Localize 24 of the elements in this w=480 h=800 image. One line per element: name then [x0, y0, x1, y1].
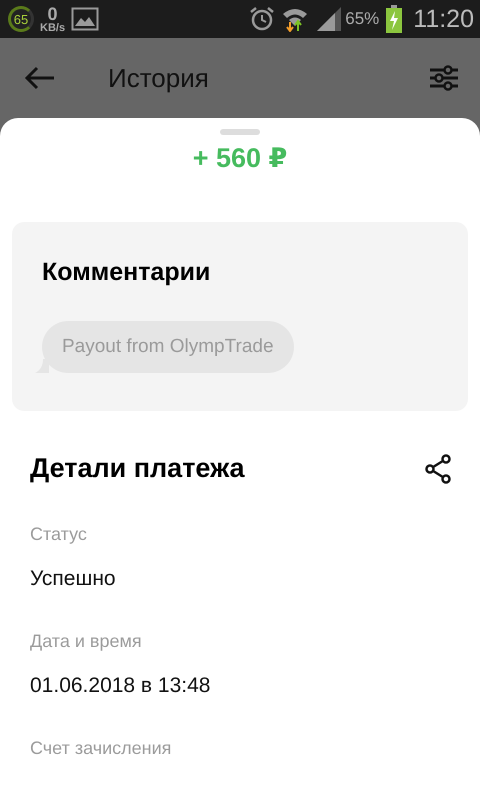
alarm-clock-icon — [249, 6, 276, 32]
share-button[interactable] — [424, 454, 452, 484]
speed-value: 0 — [48, 4, 58, 22]
field-label: Дата и время — [30, 631, 143, 652]
screen-title: История — [108, 62, 210, 94]
image-icon — [71, 7, 100, 31]
back-button[interactable] — [24, 66, 56, 90]
data-usage-ring: 65 — [8, 6, 34, 32]
field-value: Успешно — [30, 567, 117, 591]
field-label: Счет зачисления — [30, 738, 172, 759]
amount: + 560 ₽ — [192, 143, 288, 174]
comment-text: Payout from OlympTrade — [62, 336, 274, 357]
comments-title: Комментарии — [42, 258, 210, 287]
drag-handle[interactable] — [220, 129, 260, 135]
wifi-icon — [281, 6, 310, 32]
speed-unit: KB/s — [40, 22, 66, 34]
filter-button[interactable] — [430, 65, 458, 91]
battery-charging-icon — [385, 5, 404, 33]
signal-icon — [315, 5, 344, 33]
field-value: 01.06.2018 в 13:48 — [30, 674, 212, 698]
battery-percent: 65% — [345, 9, 380, 29]
details-title: Детали платежа — [30, 453, 245, 484]
clock-time: 11:20 — [413, 4, 474, 34]
field-label: Статус — [30, 524, 88, 545]
